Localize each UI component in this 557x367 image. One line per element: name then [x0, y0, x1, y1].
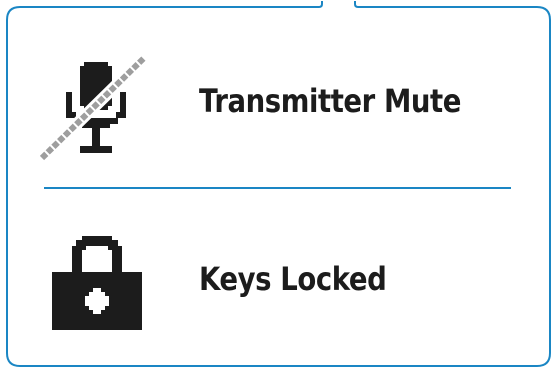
microphone-muted-icon	[40, 54, 149, 162]
padlock-icon	[52, 236, 142, 330]
divider	[44, 187, 511, 189]
transmitter-mute-label: Transmitter Mute	[199, 82, 462, 120]
transmitter-mute-row: Transmitter Mute	[0, 44, 557, 164]
keys-locked-label: Keys Locked	[199, 260, 387, 298]
status-panel: Transmitter Mute Keys Locked	[0, 0, 557, 367]
keys-locked-row: Keys Locked	[0, 218, 557, 338]
